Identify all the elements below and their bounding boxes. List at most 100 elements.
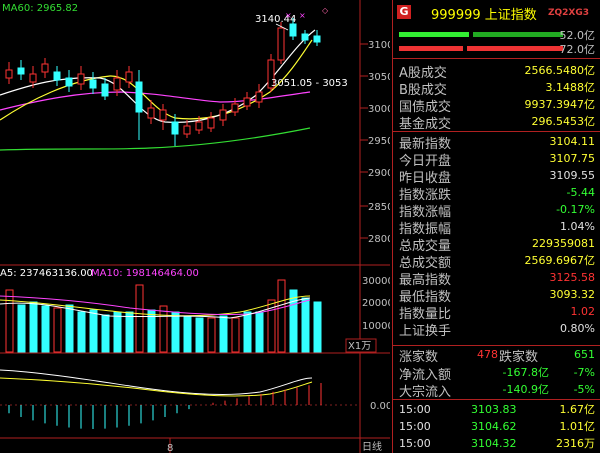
- candle-body: [17, 67, 25, 75]
- candle-body: [313, 35, 321, 43]
- quote-value: 9937.3947亿: [524, 98, 596, 111]
- candle-body: [41, 63, 49, 73]
- candle-body: [195, 121, 203, 131]
- quote-value: 2566.5480亿: [524, 64, 596, 77]
- flow-value: -140.9亿: [502, 383, 549, 396]
- price-tick-5: 2850: [368, 202, 390, 213]
- candle-body: [65, 77, 73, 87]
- quote-row: 指数涨跌 -5.44: [393, 184, 600, 203]
- candle-body: [301, 33, 309, 41]
- svg-text:◇: ◇: [322, 6, 329, 15]
- candle-body: [183, 125, 191, 135]
- volume-bar: [207, 317, 216, 353]
- quote-row: 今日开盘 3107.75: [393, 150, 600, 169]
- marker-crosses: × × ◇: [285, 6, 329, 20]
- svg-text:×: ×: [285, 11, 292, 20]
- volume-bar: [53, 307, 62, 353]
- candle-body: [147, 107, 155, 119]
- volume-bar: [243, 311, 252, 353]
- breadth-row: 涨家数 478 跌家数 651: [393, 346, 600, 365]
- quote-row: 基金成交 296.5453亿: [393, 113, 600, 132]
- volume-tick-0: 30000: [362, 276, 390, 287]
- candle-body: [255, 91, 263, 103]
- volume-bar: [195, 317, 204, 353]
- buy-bar-2: [473, 32, 563, 37]
- flow-pct: -5%: [573, 383, 595, 396]
- ma-yellow-line: [0, 39, 313, 121]
- quote-row: 指数量比 1.02: [393, 303, 600, 322]
- sell-bar-2: [467, 46, 563, 51]
- candle-body: [77, 73, 85, 85]
- quote-row: A股成交 2566.5480亿: [393, 62, 600, 81]
- quote-value: 0.80%: [560, 322, 595, 335]
- quote-row: 上证换手 0.80%: [393, 320, 600, 339]
- stock-tag: ZQ2XG3: [547, 8, 589, 18]
- volume-tick-1: 20000: [362, 298, 390, 309]
- candle-body: [29, 73, 37, 83]
- svg-text:×: ×: [299, 11, 306, 20]
- stock-badge[interactable]: G: [397, 5, 411, 19]
- flow-label: 大宗流入: [399, 385, 452, 400]
- quote-label: 基金成交: [399, 117, 452, 132]
- quote-value: 1.02: [570, 305, 596, 318]
- macd-histogram: [8, 383, 322, 429]
- down-count-value: 651: [574, 348, 595, 361]
- trade-volume: 1.67亿: [559, 403, 596, 416]
- range-annotation: 3051.05 - 3053: [271, 78, 348, 89]
- volume-bar: [5, 289, 14, 353]
- candle-body: [243, 97, 251, 107]
- quote-row: 最高指数 3125.58: [393, 269, 600, 288]
- flow-row: 大宗流入 -140.9亿 -5%: [393, 381, 600, 400]
- quote-row: 国债成交 9937.3947亿: [393, 96, 600, 115]
- quote-row: 最低指数 3093.32: [393, 286, 600, 305]
- flow-pct: -7%: [573, 366, 595, 379]
- flow-row: 净流入额 -167.8亿 -7%: [393, 364, 600, 383]
- trade-time: 15:00: [399, 437, 431, 450]
- quote-row: B股成交 3.1488亿: [393, 79, 600, 98]
- quote-row: 昨日收盘 3109.55: [393, 167, 600, 186]
- quote-value: 3125.58: [549, 271, 596, 284]
- quote-value: 229359081: [532, 237, 595, 250]
- volume-bar: [289, 289, 298, 353]
- bar-value-2: 72.0亿: [559, 43, 596, 56]
- volume-bar: [65, 304, 74, 353]
- quote-value: -5.44: [566, 186, 595, 199]
- price-tick-2: 3000: [368, 104, 390, 115]
- candle-body: [125, 71, 133, 83]
- trade-time: 15:00: [399, 420, 431, 433]
- quote-value: 3107.75: [549, 152, 596, 165]
- quote-value: 3.1488亿: [545, 81, 596, 94]
- price-tick-3: 2950: [368, 136, 390, 147]
- price-tick-1: 3050: [368, 72, 390, 83]
- candle-body: [89, 79, 97, 89]
- volume-bar: [231, 317, 240, 353]
- volume-bar: [29, 301, 38, 353]
- quote-value: 3109.55: [549, 169, 596, 182]
- volume-bar: [101, 314, 110, 353]
- volume-bar: [313, 301, 322, 353]
- price-tick-6: 2800: [368, 234, 390, 245]
- quote-value: 3093.32: [549, 288, 596, 301]
- flow-value: -167.8亿: [502, 366, 549, 379]
- volume-bar: [277, 279, 286, 353]
- date-label: 8: [167, 443, 173, 453]
- candle-body: [53, 71, 61, 81]
- volume-bar: [301, 297, 310, 353]
- candle-body: [113, 77, 121, 91]
- volume-legend-ma10: MA10: 198146464.00: [91, 268, 199, 279]
- ma60-legend: MA60: 2965.82: [2, 3, 78, 14]
- quote-row: 总成交额 2569.6967亿: [393, 252, 600, 271]
- trade-row: 15:00 3103.83 1.67亿: [393, 401, 600, 418]
- kline-chart[interactable]: 3100 3050 3000 2950 2900 2850 2800 3140.…: [0, 0, 390, 453]
- quote-value: 3104.11: [549, 135, 596, 148]
- volume-bar: [135, 284, 144, 353]
- trade-volume: 1.01亿: [559, 420, 596, 433]
- volume-bar: [89, 309, 98, 353]
- macd-tick: 0.00: [370, 401, 390, 412]
- volume-legend-a5: A5: 237463136.00: [0, 268, 93, 279]
- quote-value: 1.04%: [560, 220, 595, 233]
- quote-value: 2569.6967亿: [524, 254, 596, 267]
- price-tick-4: 2900: [368, 168, 390, 179]
- period-label[interactable]: 日线: [362, 440, 382, 453]
- volume-axis: 30000 20000 10000 X1万: [345, 276, 390, 353]
